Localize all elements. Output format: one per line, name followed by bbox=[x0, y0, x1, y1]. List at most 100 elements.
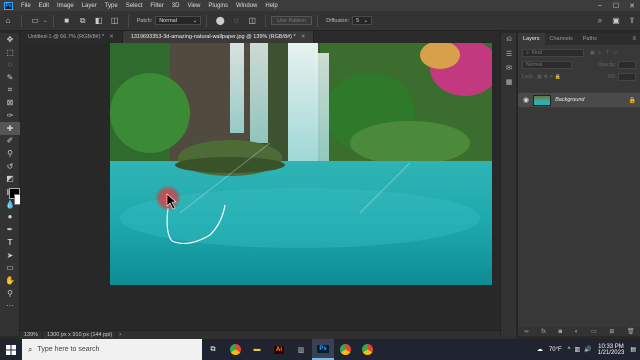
task-view-icon[interactable]: ⧉ bbox=[202, 339, 224, 360]
taskbar-search-box[interactable]: ⌕ Type here to search bbox=[22, 339, 202, 360]
quick-select-tool-icon[interactable]: ✎ bbox=[0, 71, 20, 84]
layer-filter-select[interactable]: ⌕ Kind bbox=[522, 49, 584, 57]
lock-artboard-icon[interactable]: ⌗ bbox=[550, 74, 553, 80]
menu-image[interactable]: Image bbox=[53, 3, 78, 9]
blend-mode-select[interactable]: Normal bbox=[522, 61, 572, 69]
notifications-icon[interactable]: ▤ bbox=[630, 346, 636, 353]
history-panel-icon[interactable]: ⎌ bbox=[501, 33, 517, 47]
use-pattern-button[interactable]: Use Pattern bbox=[271, 16, 313, 25]
fill-field[interactable] bbox=[618, 73, 636, 81]
minimize-icon[interactable]: – bbox=[592, 2, 608, 9]
clone-stamp-tool-icon[interactable]: ⚲ bbox=[0, 147, 20, 160]
dodge-tool-icon[interactable]: ● bbox=[0, 211, 20, 224]
tab-paths[interactable]: Paths bbox=[578, 33, 602, 45]
chrome-profile-icon[interactable] bbox=[334, 339, 356, 360]
subtract-selection-icon[interactable]: ◧ bbox=[94, 16, 104, 26]
lasso-tool-icon[interactable]: ◌ bbox=[0, 58, 20, 71]
share-icon[interactable]: ⇪ bbox=[627, 16, 637, 26]
chrome-icon[interactable] bbox=[224, 339, 246, 360]
eyedropper-tool-icon[interactable]: ✑ bbox=[0, 109, 20, 122]
patch-mode-select[interactable]: Normal ⌄ bbox=[155, 16, 202, 25]
volume-icon[interactable]: 🔊 bbox=[584, 346, 591, 353]
close-icon[interactable]: ✕ bbox=[301, 34, 306, 40]
new-group-icon[interactable]: ▭ bbox=[591, 328, 597, 335]
history-brush-tool-icon[interactable]: ↺ bbox=[0, 160, 20, 173]
hand-tool-icon[interactable]: ✋ bbox=[0, 274, 20, 287]
eraser-tool-icon[interactable]: ◩ bbox=[0, 173, 20, 186]
swatches-panel-icon[interactable]: ▦ bbox=[501, 75, 517, 89]
delete-layer-icon[interactable]: 🗑 bbox=[627, 328, 635, 335]
properties-panel-icon[interactable]: ☰ bbox=[501, 47, 517, 61]
network-icon[interactable]: ▥ bbox=[574, 346, 580, 353]
lock-all-icon[interactable]: 🔒 bbox=[555, 74, 561, 80]
menu-plugins[interactable]: Plugins bbox=[204, 3, 232, 9]
tab-channels[interactable]: Channels bbox=[545, 33, 578, 45]
diffusion-select[interactable]: 5 ⌄ bbox=[352, 16, 373, 25]
visibility-eye-icon[interactable]: ◉ bbox=[523, 96, 529, 104]
clock[interactable]: 10:33 PM 1/21/2023 bbox=[598, 344, 625, 356]
photoshop-taskbar-icon[interactable]: Ps bbox=[312, 339, 334, 360]
show-hidden-icons-icon[interactable]: ^ bbox=[568, 347, 571, 353]
frame-tool-icon[interactable]: ⊠ bbox=[0, 96, 20, 109]
menu-3d[interactable]: 3D bbox=[168, 3, 184, 9]
adjustment-layer-icon[interactable]: ◐ bbox=[575, 329, 579, 335]
maximize-icon[interactable]: ☐ bbox=[608, 2, 624, 10]
brush-tool-icon[interactable]: ✐ bbox=[0, 135, 20, 148]
menu-filter[interactable]: Filter bbox=[146, 3, 167, 9]
link-layers-icon[interactable]: ∞ bbox=[524, 329, 528, 335]
search-icon[interactable]: ⌕ bbox=[595, 16, 605, 26]
menu-file[interactable]: File bbox=[17, 3, 35, 9]
menu-edit[interactable]: Edit bbox=[35, 3, 53, 9]
menu-help[interactable]: Help bbox=[261, 3, 281, 9]
filter-shape-icon[interactable]: ▭ bbox=[613, 50, 618, 56]
transparent-icon[interactable]: ◫ bbox=[247, 16, 257, 26]
path-select-tool-icon[interactable]: ➤ bbox=[0, 249, 20, 262]
add-mask-icon[interactable]: ◙ bbox=[559, 329, 563, 335]
layer-row-background[interactable]: ◉ Background 🔒 bbox=[518, 93, 640, 107]
status-chevron-icon[interactable]: › bbox=[119, 332, 121, 338]
zoom-tool-icon[interactable]: ⚲ bbox=[0, 287, 20, 300]
tab-untitled[interactable]: Untitled-1 @ 66.7% (RGB/8#) * ✕ bbox=[20, 31, 123, 43]
comments-panel-icon[interactable]: ✉ bbox=[501, 61, 517, 75]
menu-layer[interactable]: Layer bbox=[78, 3, 101, 9]
tab-wallpaper[interactable]: 1319693353-3d-amazing-natural-wallpaper.… bbox=[122, 31, 315, 43]
lock-pixels-icon[interactable]: ▦ bbox=[537, 74, 542, 80]
tab-layers[interactable]: Layers bbox=[518, 33, 545, 45]
weather-icon[interactable]: ☁ bbox=[537, 346, 543, 353]
lock-position-icon[interactable]: ✥ bbox=[544, 74, 548, 80]
layer-style-icon[interactable]: fx bbox=[541, 329, 546, 335]
filter-adjustment-icon[interactable]: ◐ bbox=[599, 50, 602, 56]
patch-tool-icon[interactable]: ▭ bbox=[30, 16, 40, 26]
tool-preset-chevron-icon[interactable]: ⌄ bbox=[43, 18, 48, 24]
new-layer-icon[interactable]: ⊞ bbox=[609, 328, 614, 335]
source-icon[interactable]: ⬤ bbox=[215, 16, 225, 26]
more-tools-icon[interactable]: ··· bbox=[0, 299, 20, 312]
intersect-selection-icon[interactable]: ◫ bbox=[110, 16, 120, 26]
close-window-icon[interactable]: ✕ bbox=[624, 2, 640, 10]
panel-menu-icon[interactable]: ≡ bbox=[632, 36, 640, 42]
crop-tool-icon[interactable]: ⌗ bbox=[0, 84, 20, 97]
menu-select[interactable]: Select bbox=[122, 3, 147, 9]
marquee-tool-icon[interactable]: ⬚ bbox=[0, 46, 20, 59]
type-tool-icon[interactable]: T bbox=[0, 236, 20, 249]
home-icon[interactable]: ⌂ bbox=[3, 16, 13, 26]
illustrator-icon[interactable]: Ai bbox=[268, 339, 290, 360]
document-image[interactable] bbox=[110, 43, 492, 285]
menu-view[interactable]: View bbox=[183, 3, 204, 9]
menu-window[interactable]: Window bbox=[232, 3, 261, 9]
menu-type[interactable]: Type bbox=[101, 3, 122, 9]
file-explorer-icon[interactable]: ▬ bbox=[246, 339, 268, 360]
destination-icon[interactable]: ◌ bbox=[231, 16, 241, 26]
filter-pixel-icon[interactable]: ▣ bbox=[590, 50, 595, 56]
app-icon[interactable]: ▥ bbox=[290, 339, 312, 360]
patch-tool-icon[interactable]: ✚ bbox=[0, 121, 20, 135]
shape-tool-icon[interactable]: ▭ bbox=[0, 261, 20, 274]
start-button[interactable] bbox=[0, 339, 22, 360]
workspace-icon[interactable]: ▣ bbox=[611, 16, 621, 26]
new-selection-icon[interactable]: ■ bbox=[62, 16, 72, 26]
pen-tool-icon[interactable]: ✒ bbox=[0, 223, 20, 236]
opacity-field[interactable] bbox=[618, 61, 636, 69]
add-selection-icon[interactable]: ⧉ bbox=[78, 16, 88, 26]
filter-type-icon[interactable]: T bbox=[606, 50, 609, 56]
weather-temperature[interactable]: 70°F bbox=[549, 347, 562, 353]
